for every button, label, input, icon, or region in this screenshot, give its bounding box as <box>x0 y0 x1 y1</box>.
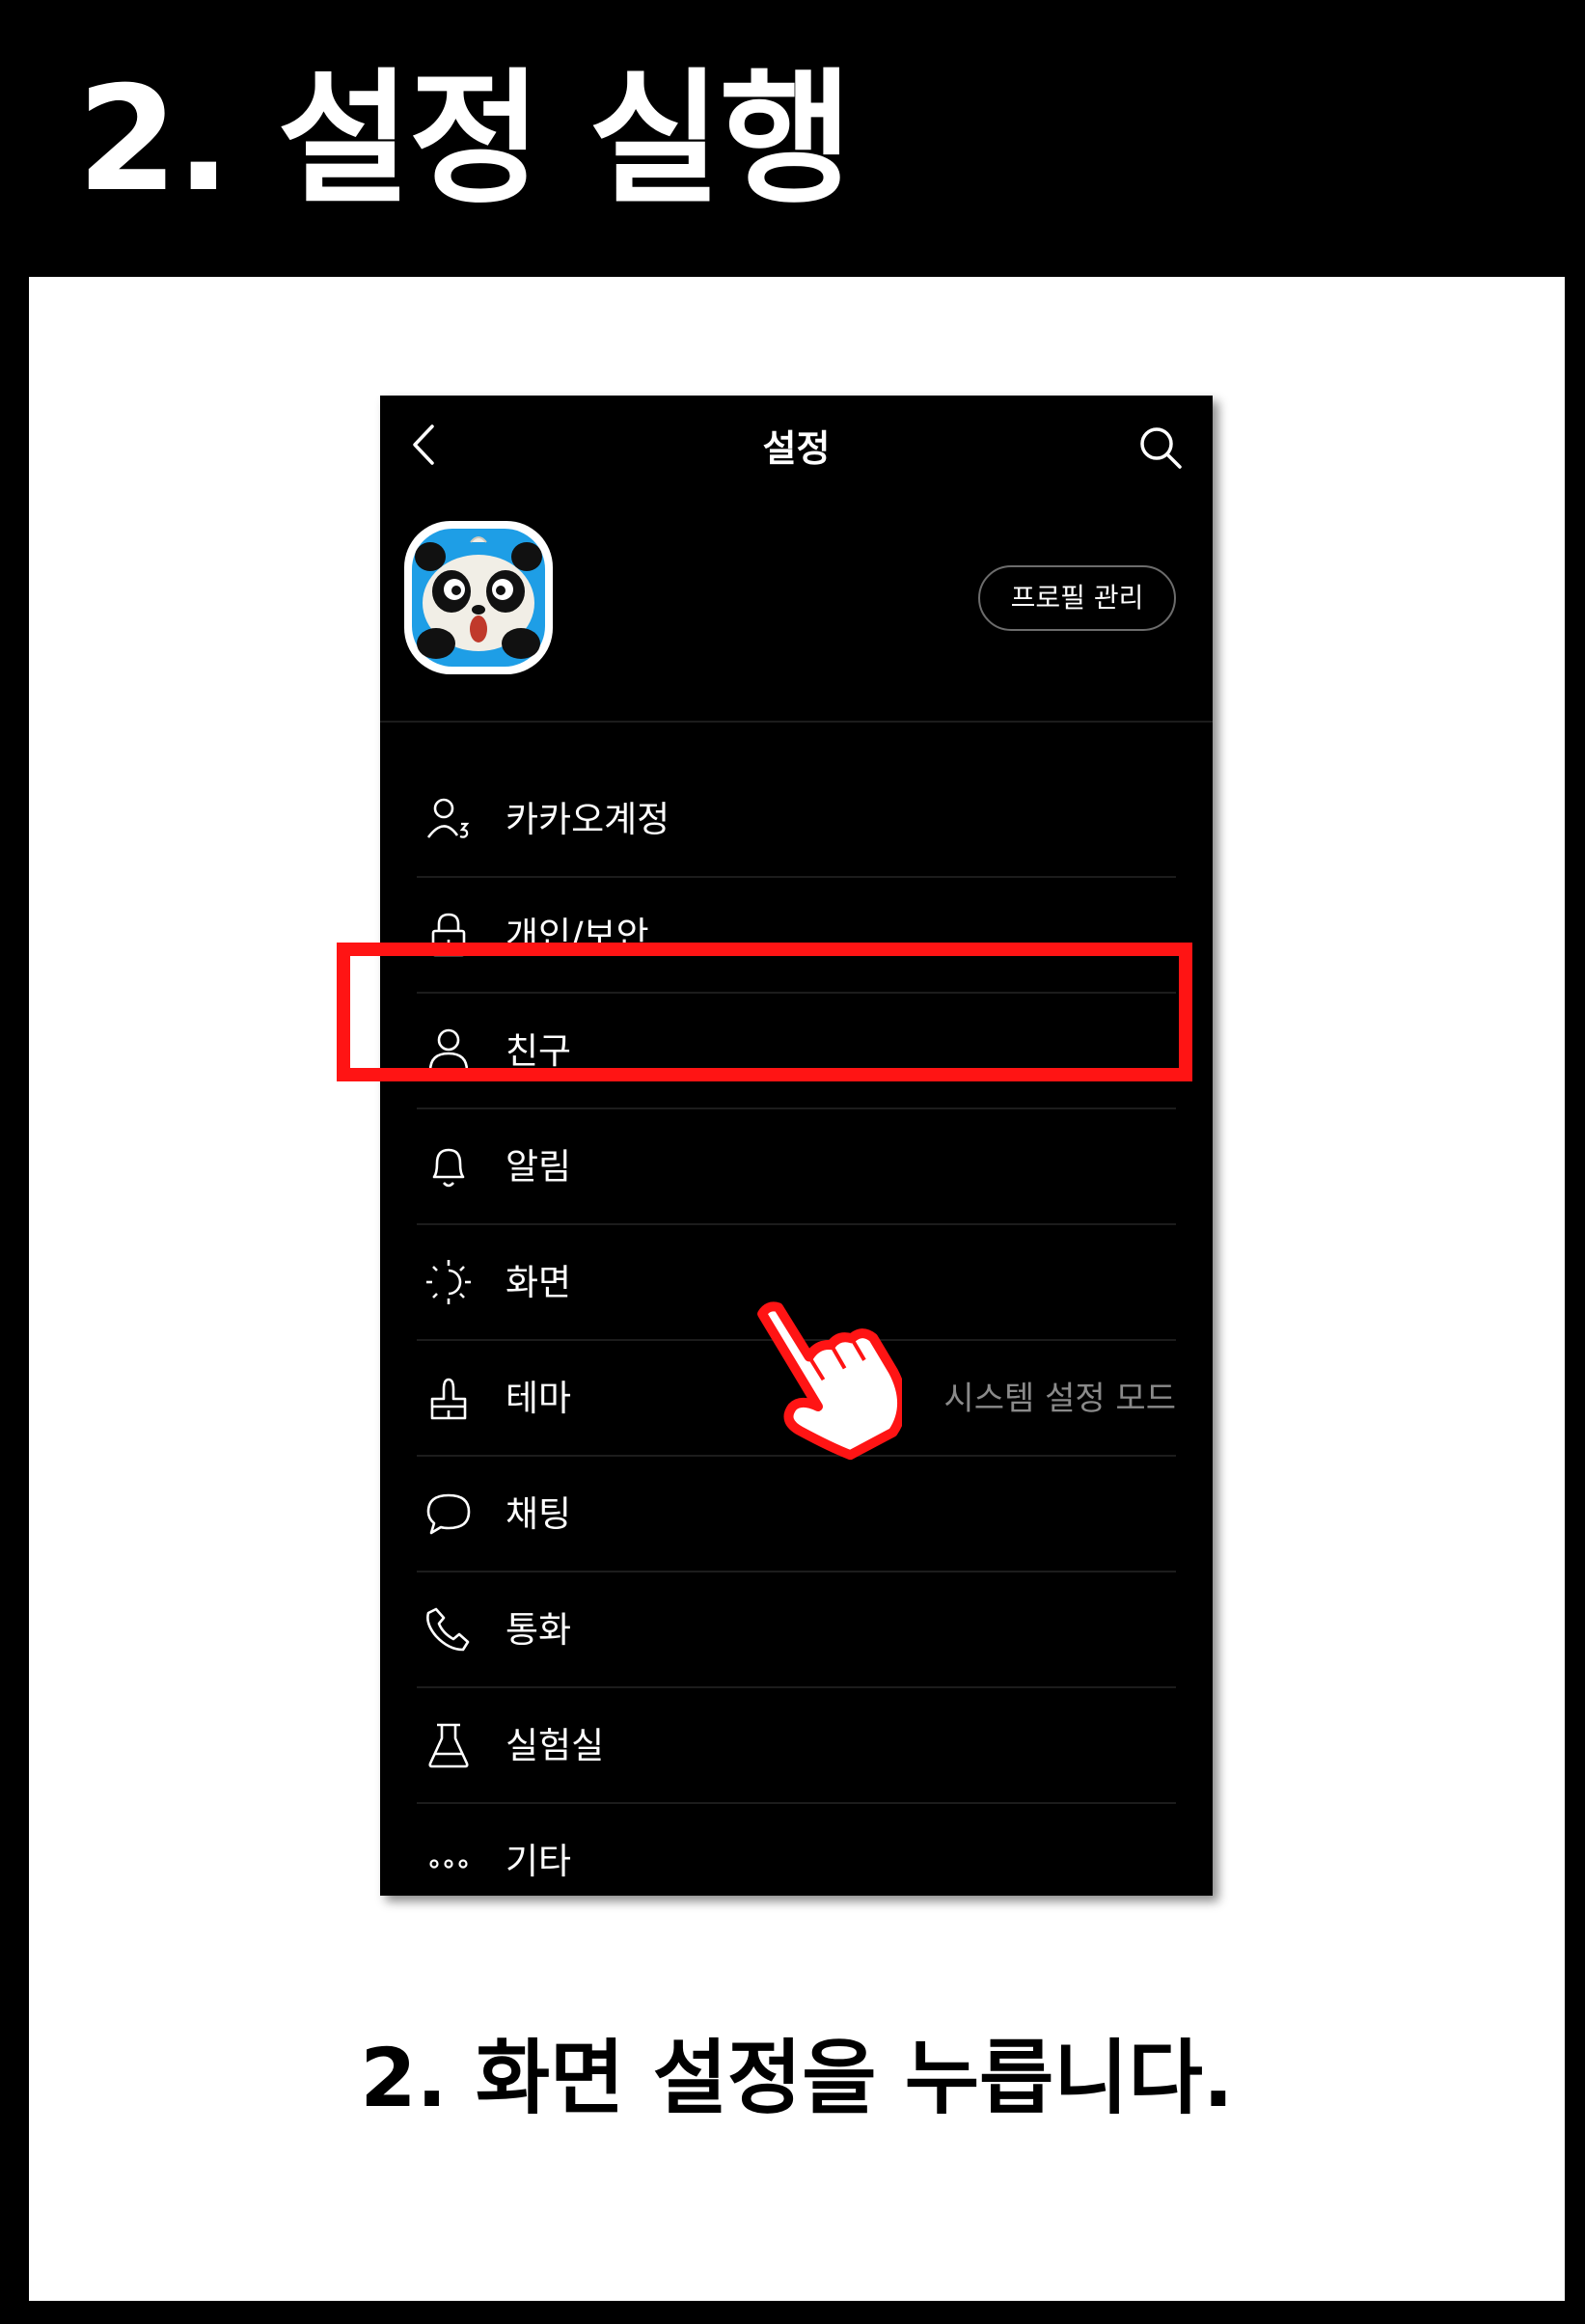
divider <box>380 721 1213 723</box>
menu-item-label: 기타 <box>506 1841 572 1882</box>
chat-bubble-icon <box>426 1493 471 1535</box>
menu-item-value: 시스템 설정 모드 <box>943 1380 1176 1418</box>
highlight-box <box>337 943 1192 1081</box>
menu-item-call[interactable]: 통화 <box>417 1572 1176 1688</box>
settings-screen: 설정 프로필 관리 카카오계정 개인/보안 친구 알림 화면 테마 시스템 설정… <box>380 396 1213 1896</box>
instruction-caption: 2. 화면 설정을 누릅니다. <box>360 2031 1234 2125</box>
menu-item-etc[interactable]: 기타 <box>417 1804 1176 1896</box>
menu-item-chat[interactable]: 채팅 <box>417 1457 1176 1572</box>
menu-item-notifications[interactable]: 알림 <box>417 1109 1176 1225</box>
search-icon[interactable] <box>1137 424 1184 471</box>
display-icon <box>426 1260 471 1304</box>
page-heading: 2. 설정 실행 <box>77 56 853 224</box>
menu-item-labs[interactable]: 실험실 <box>417 1688 1176 1804</box>
flask-icon <box>428 1723 469 1768</box>
more-dots-icon <box>429 1859 468 1869</box>
phone-icon <box>426 1607 470 1652</box>
bell-icon <box>432 1148 465 1188</box>
kakao-account-icon <box>426 798 470 838</box>
menu-item-label: 카카오계정 <box>506 799 670 840</box>
screen-title: 설정 <box>762 427 831 470</box>
menu-item-label: 실험실 <box>506 1725 605 1766</box>
top-bar: 설정 <box>380 396 1213 497</box>
menu-item-label: 통화 <box>506 1609 572 1651</box>
pointing-hand-icon <box>757 1301 902 1461</box>
profile-manage-button[interactable]: 프로필 관리 <box>978 565 1176 631</box>
theme-icon <box>430 1378 467 1420</box>
menu-item-label: 화면 <box>506 1262 572 1303</box>
menu-item-kakao-account[interactable]: 카카오계정 <box>417 762 1176 878</box>
menu-item-label: 채팅 <box>506 1493 572 1535</box>
profile-avatar[interactable] <box>401 518 556 677</box>
menu-item-label: 알림 <box>506 1146 572 1188</box>
menu-item-label: 테마 <box>506 1378 572 1419</box>
